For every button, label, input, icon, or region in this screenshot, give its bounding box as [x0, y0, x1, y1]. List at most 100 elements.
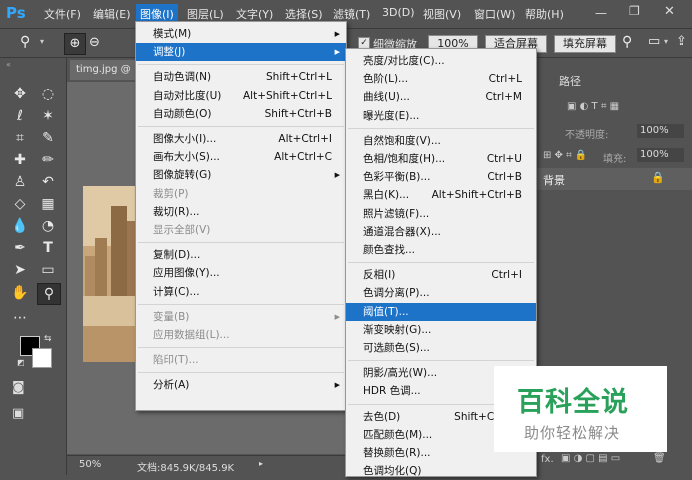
- adjust-menu-item[interactable]: 曲线(U)... Ctrl+M: [346, 88, 536, 106]
- eraser-tool-icon[interactable]: ◇: [9, 194, 31, 214]
- history-brush-icon[interactable]: ↶: [37, 172, 59, 192]
- adjust-menu-item[interactable]: 可选颜色(S)...: [346, 339, 536, 357]
- tab-paths[interactable]: 路径: [559, 73, 581, 89]
- menu-file[interactable]: 文件(F): [44, 6, 81, 22]
- dodge-tool-icon[interactable]: ◔: [37, 216, 59, 236]
- tools-panel: « ✥ ◌ ℓ ✶ ⌗ ✎ ✚ ✏ ♙ ↶ ◇ ▦ 💧 ◔ ✒ T ➤ ▭ ✋ …: [0, 58, 67, 475]
- adjust-menu-item-label: 反相(I): [363, 269, 396, 282]
- image-menu-item[interactable]: 自动对比度(U) Alt+Shift+Ctrl+L: [136, 87, 346, 105]
- menu-type[interactable]: 文字(Y): [236, 6, 273, 22]
- lasso-tool-icon[interactable]: ℓ: [9, 106, 31, 126]
- layer-filter-icons[interactable]: ▣ ◐ T ⌗ ▦: [567, 101, 619, 112]
- menu-filter[interactable]: 滤镜(T): [333, 6, 370, 22]
- image-menu-item[interactable]: 图像旋转(G) ▶: [136, 166, 346, 184]
- opacity-label: 不透明度:: [565, 130, 609, 141]
- stamp-tool-icon[interactable]: ♙: [9, 172, 31, 192]
- adjust-menu-item[interactable]: 反相(I) Ctrl+I: [346, 266, 536, 284]
- fx-icon[interactable]: fx.: [541, 454, 554, 465]
- crop-tool-icon[interactable]: ⌗: [9, 128, 31, 148]
- image-menu-item[interactable]: 自动色调(N) Shift+Ctrl+L: [136, 68, 346, 86]
- menu-separator: [348, 360, 534, 362]
- image-menu-item-shortcut: Shift+Ctrl+L: [266, 71, 332, 84]
- path-selection-icon[interactable]: ➤: [9, 260, 31, 280]
- more-tools-icon[interactable]: ⋯: [9, 308, 31, 328]
- menu-view[interactable]: 视图(V): [423, 6, 461, 22]
- background-color-swatch[interactable]: [32, 348, 52, 368]
- collapse-icon[interactable]: «: [6, 60, 11, 69]
- image-menu-item[interactable]: 模式(M) ▶: [136, 25, 346, 43]
- fill-field[interactable]: 100%: [637, 148, 684, 162]
- image-menu-item: 显示全部(V): [136, 221, 346, 239]
- marquee-tool-icon[interactable]: ◌: [37, 84, 59, 104]
- type-tool-icon[interactable]: T: [37, 238, 59, 258]
- zoom-tool-selected-icon[interactable]: ⚲: [37, 283, 61, 305]
- opacity-field[interactable]: 100%: [637, 124, 684, 138]
- adjust-menu-item[interactable]: 曝光度(E)...: [346, 107, 536, 125]
- lock-icons[interactable]: ⊞ ✥ ⌗ 🔒: [543, 150, 587, 161]
- workspace-icon[interactable]: ▭: [648, 34, 660, 49]
- image-menu-item[interactable]: 图像大小(I)... Alt+Ctrl+I: [136, 130, 346, 148]
- adjust-menu-item[interactable]: 色阶(L)... Ctrl+L: [346, 70, 536, 88]
- adjust-menu-item-label: 颜色查找...: [363, 244, 416, 256]
- gradient-tool-icon[interactable]: ▦: [37, 194, 59, 214]
- menu-window[interactable]: 窗口(W): [474, 6, 515, 22]
- tool-preset-dropdown-icon[interactable]: ▾: [40, 37, 44, 46]
- image-menu-item[interactable]: 计算(C)...: [136, 283, 346, 301]
- adjust-menu-item-label: 色调均化(Q): [363, 465, 422, 478]
- adjust-menu-item[interactable]: 亮度/对比度(C)...: [346, 52, 536, 70]
- screen-mode-icon[interactable]: ▣: [12, 406, 24, 421]
- image-menu-item: 应用数据组(L)...: [136, 326, 346, 344]
- delete-layer-icon[interactable]: 🗑: [653, 453, 666, 464]
- share-icon[interactable]: ⇪: [676, 34, 687, 49]
- menu-layer[interactable]: 图层(L): [187, 6, 224, 22]
- layer-row-background[interactable]: 背景 🔒: [535, 168, 692, 190]
- default-colors-icon[interactable]: ◩: [17, 358, 25, 367]
- hand-tool-icon[interactable]: ✋: [9, 283, 31, 303]
- search-icon[interactable]: ⚲: [622, 34, 632, 50]
- adjust-menu-item[interactable]: 照片滤镜(F)...: [346, 205, 536, 223]
- image-menu-item[interactable]: 复制(D)...: [136, 246, 346, 264]
- swap-colors-icon[interactable]: ⇆: [44, 334, 52, 344]
- eyedropper-icon[interactable]: ✎: [37, 128, 59, 148]
- zoom-tool-icon[interactable]: ⚲: [20, 34, 30, 50]
- workspace-dropdown-icon[interactable]: ▾: [664, 37, 668, 46]
- image-menu-item[interactable]: 裁切(R)...: [136, 203, 346, 221]
- adjust-menu-item[interactable]: 色调分离(P)...: [346, 284, 536, 302]
- adjust-menu-item[interactable]: 颜色查找...: [346, 241, 536, 259]
- menu-help[interactable]: 帮助(H): [525, 6, 564, 22]
- brush-tool-icon[interactable]: ✏: [37, 150, 59, 170]
- adjust-menu-item[interactable]: 黑白(K)... Alt+Shift+Ctrl+B: [346, 186, 536, 204]
- image-menu-item[interactable]: 应用图像(Y)...: [136, 264, 346, 282]
- menu-separator: [138, 372, 344, 374]
- menu-select[interactable]: 选择(S): [285, 6, 323, 22]
- adjust-menu-item[interactable]: 渐变映射(G)...: [346, 321, 536, 339]
- image-menu-item[interactable]: 自动颜色(O) Shift+Ctrl+B: [136, 105, 346, 123]
- status-menu-arrow-icon[interactable]: ▸: [259, 459, 263, 468]
- fill-screen-button[interactable]: 填充屏幕: [554, 35, 616, 53]
- quick-mask-icon[interactable]: ◙: [12, 380, 25, 395]
- blur-tool-icon[interactable]: 💧: [9, 216, 31, 236]
- healing-brush-icon[interactable]: ✚: [9, 150, 31, 170]
- move-tool-icon[interactable]: ✥: [9, 84, 31, 104]
- zoom-level[interactable]: 50%: [79, 459, 101, 470]
- layer-bottom-icons[interactable]: ▣ ◑ ▢ ▤ ▭: [561, 453, 620, 464]
- image-menu-item[interactable]: 调整(J) ▶: [136, 43, 346, 62]
- menu-edit[interactable]: 编辑(E): [93, 6, 131, 22]
- adjust-menu-item[interactable]: 色相/饱和度(H)... Ctrl+U: [346, 150, 536, 168]
- adjust-menu-item[interactable]: 色调均化(Q): [346, 462, 536, 480]
- image-menu-item[interactable]: 分析(A) ▶: [136, 376, 346, 394]
- zoom-out-icon[interactable]: ⊖: [89, 33, 100, 53]
- adjust-menu-item[interactable]: 色彩平衡(B)... Ctrl+B: [346, 168, 536, 186]
- minimize-icon[interactable]: —: [595, 6, 607, 20]
- adjust-menu-item[interactable]: 通道混合器(X)...: [346, 223, 536, 241]
- zoom-in-icon[interactable]: ⊕: [64, 33, 86, 55]
- close-icon[interactable]: ✕: [664, 4, 675, 19]
- magic-wand-icon[interactable]: ✶: [37, 106, 59, 126]
- adjust-menu-item[interactable]: 自然饱和度(V)...: [346, 132, 536, 150]
- adjust-menu-item[interactable]: 阈值(T)...: [346, 302, 536, 321]
- pen-tool-icon[interactable]: ✒: [9, 238, 31, 258]
- menu-3d[interactable]: 3D(D): [382, 6, 415, 19]
- rectangle-tool-icon[interactable]: ▭: [37, 260, 59, 280]
- image-menu-item[interactable]: 画布大小(S)... Alt+Ctrl+C: [136, 148, 346, 166]
- restore-icon[interactable]: ❐: [629, 4, 640, 18]
